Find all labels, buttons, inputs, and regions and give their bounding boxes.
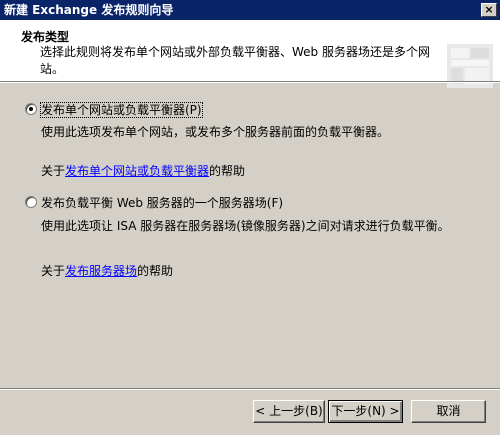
help-single-website: 关于发布单个网站或负载平衡器的帮助	[41, 162, 245, 179]
close-button[interactable]: ×	[481, 3, 497, 17]
page-description: 选择此规则将发布单个网站或外部负载平衡器、Web 服务器场还是多个网站。	[40, 45, 430, 76]
header-divider	[0, 81, 500, 83]
help-link-server-farm[interactable]: 发布服务器场	[65, 264, 137, 278]
radio-server-farm[interactable]	[25, 196, 37, 208]
option-server-farm-label[interactable]: 发布负载平衡 Web 服务器的一个服务器场(F)	[41, 194, 283, 211]
next-button[interactable]: 下一步(N) >	[328, 400, 403, 423]
title-bar: 新建 Exchange 发布规则向导 ×	[0, 0, 500, 20]
help-prefix: 关于	[41, 264, 66, 278]
help-server-farm: 关于发布服务器场的帮助	[41, 262, 173, 279]
option-single-website-label[interactable]: 发布单个网站或负载平衡器(P)	[40, 101, 203, 118]
back-button[interactable]: < 上一步(B)	[253, 400, 325, 423]
option-single-website-text: 发布单个网站或负载平衡器(P)	[40, 102, 203, 118]
option-single-website-description: 使用此选项发布单个网站，或发布多个服务器前面的负载平衡器。	[41, 125, 390, 139]
page-title: 发布类型	[21, 30, 70, 44]
footer-divider	[0, 388, 500, 390]
wizard-header: 发布类型 选择此规则将发布单个网站或外部负载平衡器、Web 服务器场还是多个网站…	[0, 20, 500, 88]
help-suffix: 的帮助	[137, 264, 174, 278]
help-link-single-website[interactable]: 发布单个网站或负载平衡器	[65, 164, 209, 178]
window-title: 新建 Exchange 发布规则向导	[4, 3, 174, 17]
cancel-button[interactable]: 取消	[411, 400, 486, 423]
radio-single-website[interactable]	[25, 103, 37, 115]
help-prefix: 关于	[41, 164, 66, 178]
option-server-farm-description: 使用此选项让 ISA 服务器在服务器场(镜像服务器)之间对请求进行负载平衡。	[41, 219, 450, 233]
help-suffix: 的帮助	[209, 164, 246, 178]
